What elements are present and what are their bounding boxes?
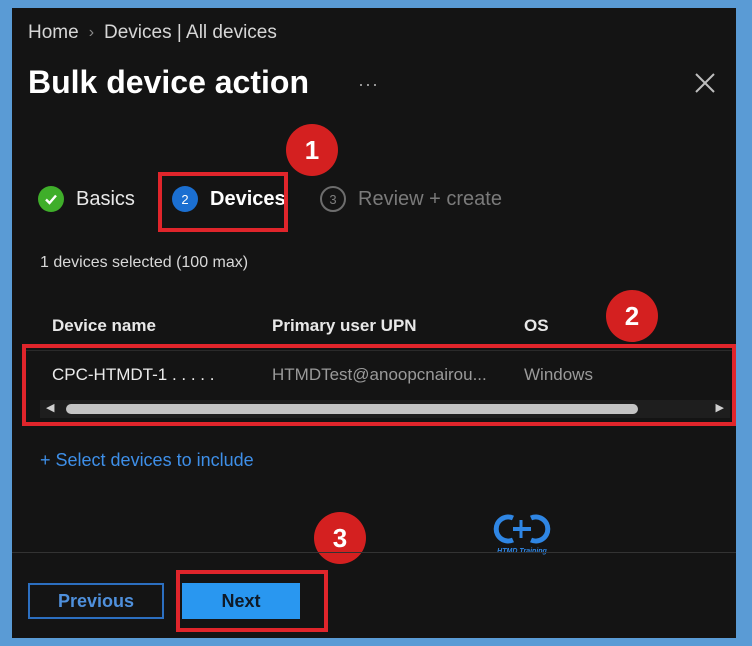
step-basics[interactable]: Basics [38, 186, 135, 212]
breadcrumb-devices[interactable]: Devices | All devices [104, 22, 277, 44]
highlight-device-row [22, 344, 736, 426]
close-icon[interactable] [692, 70, 718, 96]
breadcrumb-separator-icon: › [88, 24, 95, 41]
callout-badge-3: 3 [314, 512, 366, 564]
step-review-create[interactable]: 3 Review + create [320, 186, 502, 212]
footer-divider [12, 552, 736, 553]
breadcrumb-home[interactable]: Home [28, 22, 79, 44]
breadcrumb: Home › Devices | All devices [28, 22, 277, 44]
htmd-logo: HTMD Training [482, 512, 562, 555]
column-header-os[interactable]: OS [524, 316, 549, 336]
bulk-device-action-panel: Home › Devices | All devices Bulk device… [12, 8, 736, 638]
step-basics-label: Basics [76, 187, 135, 210]
page-title: Bulk device action [28, 64, 309, 100]
check-icon [38, 186, 64, 212]
highlight-devices-step [158, 172, 288, 232]
wizard-steps: Basics 2 Devices 3 Review + create [38, 186, 728, 216]
column-header-device-name[interactable]: Device name [52, 316, 156, 336]
step-review-label: Review + create [358, 187, 502, 210]
column-header-primary-upn[interactable]: Primary user UPN [272, 316, 417, 336]
highlight-next-button [176, 570, 328, 632]
table-header: Device name Primary user UPN OS [12, 312, 736, 342]
more-options-icon[interactable]: ··· [358, 74, 379, 95]
htmd-logo-icon [493, 514, 551, 544]
selected-count: 1 devices selected (100 max) [40, 254, 249, 271]
select-devices-link[interactable]: + Select devices to include [40, 450, 254, 471]
step-number-icon: 3 [320, 186, 346, 212]
previous-button[interactable]: Previous [28, 583, 164, 619]
callout-badge-1: 1 [286, 124, 338, 176]
